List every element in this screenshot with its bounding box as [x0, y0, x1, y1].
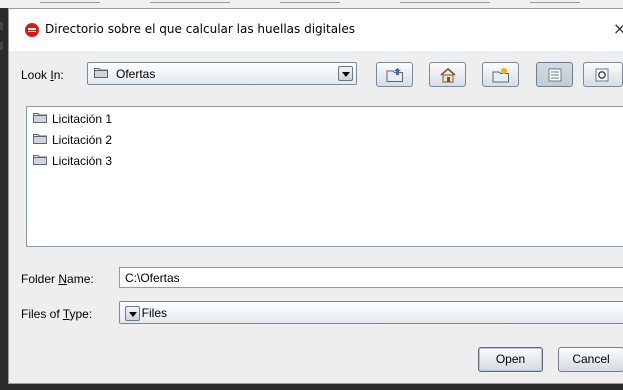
files-of-type-label-prefix: Files of: [21, 307, 63, 321]
look-in-label-suffix: n:: [53, 68, 64, 82]
chevron-down-icon[interactable]: [125, 306, 140, 321]
up-one-level-button[interactable]: [376, 62, 413, 87]
new-folder-icon: [492, 68, 509, 83]
list-view-icon: [548, 68, 562, 82]
background-line: [150, 2, 230, 3]
home-button[interactable]: [429, 62, 466, 87]
files-of-type-combobox[interactable]: All Files: [119, 301, 623, 324]
list-item-label: Licitación 2: [52, 133, 113, 147]
look-in-combobox[interactable]: Ofertas: [87, 62, 357, 85]
home-icon: [440, 67, 456, 83]
look-in-label-prefix: Look: [21, 68, 51, 82]
folder-name-value: C:\Ofertas: [125, 271, 180, 285]
files-of-type-label-suffix: ype:: [69, 307, 93, 321]
background-line: [400, 2, 490, 3]
folder-name-label: Folder Name:: [21, 272, 94, 286]
list-view-button[interactable]: [536, 62, 573, 87]
folder-name-label-mnemonic: N: [58, 272, 68, 286]
app-logo-icon: [25, 23, 39, 37]
chevron-down-icon[interactable]: [338, 66, 353, 81]
files-of-type-label: Files of Type:: [21, 307, 92, 321]
list-item-label: Licitación 1: [52, 112, 113, 126]
folder-icon: [33, 134, 47, 144]
new-folder-button[interactable]: [482, 62, 519, 87]
look-in-value: Ofertas: [116, 67, 156, 81]
details-view-button[interactable]: [583, 62, 623, 87]
up-folder-icon: [386, 68, 403, 82]
background-window-strip: [0, 0, 623, 8]
folder-name-label-prefix: Folder: [21, 272, 59, 286]
title-bar: Directorio sobre el que calcular las hue…: [9, 9, 623, 51]
file-chooser-dialog: Directorio sobre el que calcular las hue…: [8, 8, 623, 384]
background-line: [530, 2, 580, 3]
cancel-button[interactable]: Cancel: [558, 347, 623, 372]
background-line: [280, 2, 340, 3]
close-icon[interactable]: ×: [613, 19, 623, 38]
open-button[interactable]: Open: [478, 347, 543, 372]
background-mark: [0, 42, 3, 50]
folder-name-input[interactable]: C:\Ofertas: [119, 267, 623, 288]
window-title: Directorio sobre el que calcular las hue…: [45, 22, 356, 36]
look-in-label: Look In:: [21, 68, 64, 82]
list-item-label: Licitación 3: [52, 154, 113, 168]
folder-icon: [33, 155, 47, 165]
background-mark: [0, 22, 3, 30]
folder-icon: [94, 68, 108, 78]
folder-icon: [33, 113, 47, 123]
file-list[interactable]: Licitación 1 Licitación 2 Licitación 3: [26, 106, 623, 247]
details-view-icon: [595, 68, 609, 82]
folder-name-label-suffix: ame:: [67, 272, 94, 286]
background-line: [40, 2, 100, 3]
